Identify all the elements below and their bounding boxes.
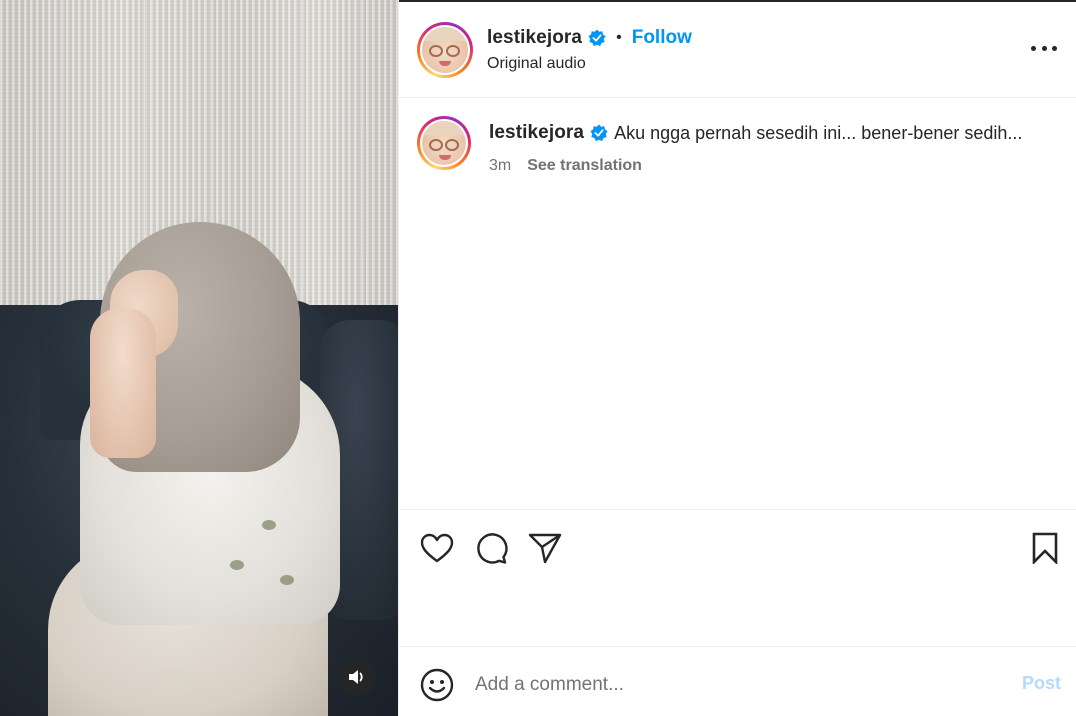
author-username[interactable]: lestikejora — [487, 27, 582, 49]
post-modal: lestikejora • Follow Original audio lest… — [0, 0, 1076, 716]
post-sidebar: lestikejora • Follow Original audio lest… — [398, 0, 1076, 716]
follow-button[interactable]: Follow — [632, 27, 692, 49]
verified-badge-icon — [588, 29, 606, 47]
share-button[interactable] — [527, 530, 563, 566]
bookmark-icon — [1032, 532, 1058, 564]
verified-badge-icon — [590, 124, 608, 142]
person-hands — [90, 308, 156, 458]
see-translation-button[interactable]: See translation — [527, 157, 642, 175]
caption-username[interactable]: lestikejora — [489, 122, 584, 144]
post-video[interactable] — [0, 0, 398, 716]
caption-text: Aku ngga pernah sesedih ini... bener-ben… — [614, 122, 1023, 143]
post-comment-button[interactable]: Post — [1022, 673, 1061, 694]
like-button[interactable] — [419, 530, 455, 566]
caption: lestikejora Aku ngga pernah sesedih ini.… — [489, 122, 1022, 144]
more-options-icon — [1031, 45, 1036, 51]
comment-button[interactable] — [473, 530, 509, 566]
speaker-icon — [349, 670, 363, 684]
more-options-button[interactable] — [1031, 38, 1057, 58]
caption-author-avatar[interactable] — [417, 116, 471, 170]
comment-bar: Post — [399, 646, 1076, 716]
post-header: lestikejora • Follow Original audio — [399, 2, 1076, 98]
emoji-icon — [420, 668, 454, 702]
audio-link[interactable]: Original audio — [487, 55, 586, 73]
header-separator: • — [616, 29, 622, 46]
author-avatar[interactable] — [417, 22, 473, 78]
comment-input[interactable] — [475, 669, 995, 701]
volume-button[interactable] — [338, 658, 376, 696]
caption-meta: 3m See translation — [489, 157, 642, 175]
action-bar — [399, 509, 1076, 646]
save-button[interactable] — [1027, 530, 1063, 566]
send-icon — [528, 533, 562, 564]
post-time[interactable]: 3m — [489, 157, 511, 175]
emoji-button[interactable] — [419, 667, 455, 703]
heart-icon — [420, 533, 454, 563]
comment-icon — [477, 533, 508, 564]
